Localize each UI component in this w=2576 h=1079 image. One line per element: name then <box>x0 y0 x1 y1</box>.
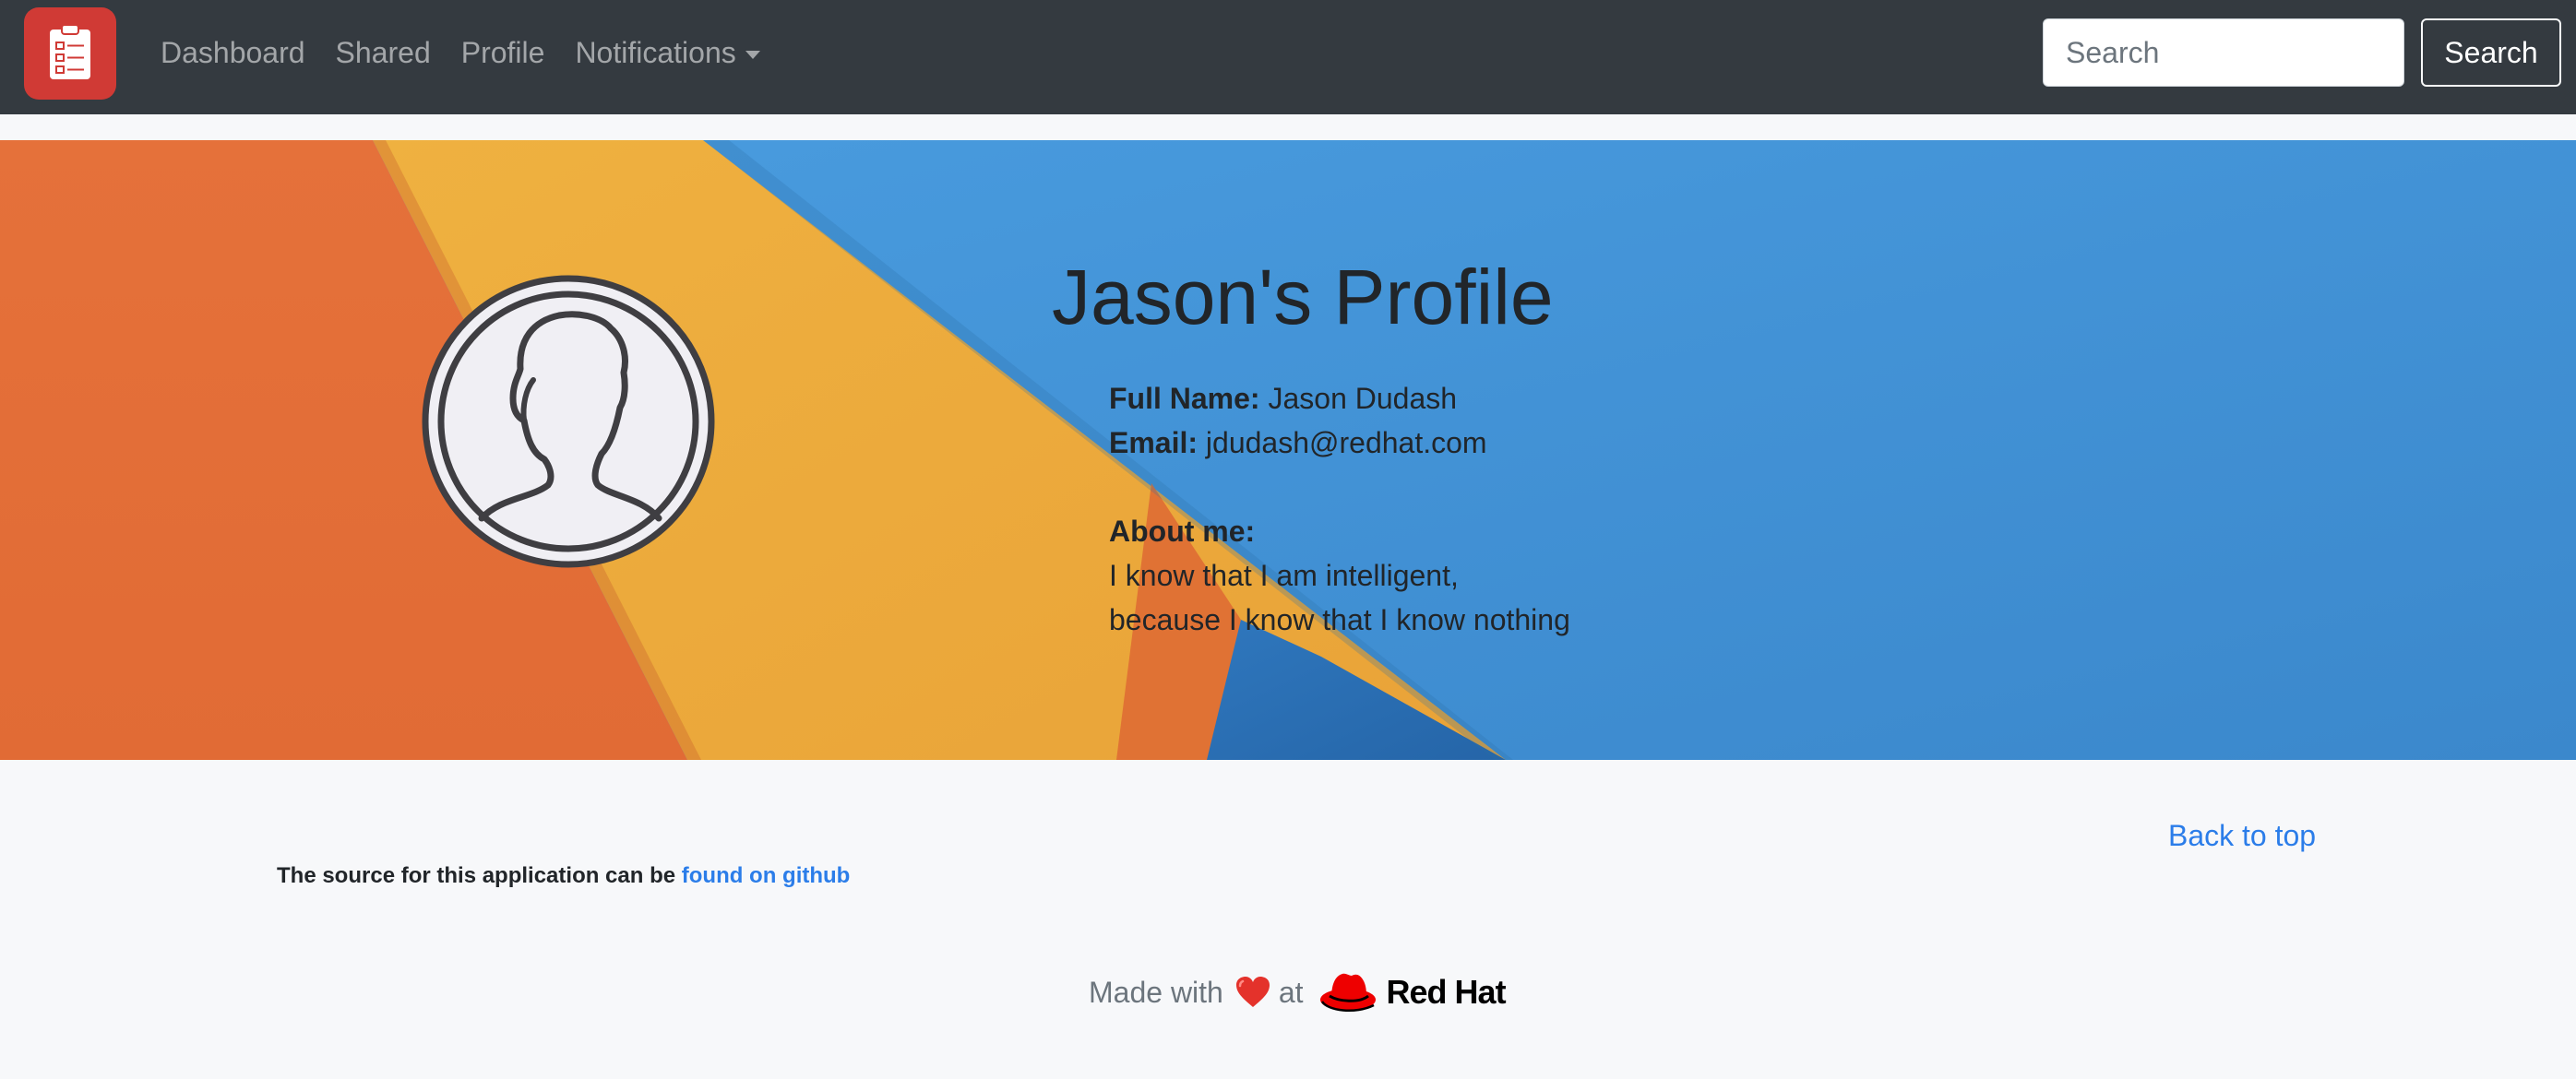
user-avatar-icon <box>422 275 715 568</box>
email-label: Email: <box>1109 426 1199 459</box>
github-link[interactable]: found on github <box>682 863 851 888</box>
clipboard-checklist-icon <box>50 24 90 79</box>
profile-details: Full Name: Jason Dudash Email: jdudash@r… <box>1109 376 1570 642</box>
about-text-line-2: because I know that I know nothing <box>1109 603 1570 636</box>
red-hat-wordmark: Red Hat <box>1386 973 1507 1011</box>
red-hat-fedora-icon <box>1319 973 1376 1012</box>
brand-logo-button[interactable] <box>24 7 116 100</box>
navbar: Dashboard Shared Profile Notifications S… <box>0 0 2576 114</box>
source-note-text: The source for this application can be <box>277 863 682 888</box>
profile-title: Jason's Profile <box>1052 254 1554 340</box>
about-text-line-1: I know that I am intelligent, <box>1109 559 1459 592</box>
source-note: The source for this application can be f… <box>277 863 850 889</box>
caret-down-icon <box>745 50 760 59</box>
red-hat-logo: Red Hat <box>1318 968 1507 1016</box>
about-section: About me: I know that I am intelligent, … <box>1109 509 1570 642</box>
search-button[interactable]: Search <box>2421 18 2561 87</box>
made-with-footer: Made with at Red Hat <box>1089 966 1507 1018</box>
heart-icon <box>1235 977 1270 1007</box>
full-name-label: Full Name: <box>1109 382 1260 415</box>
email-row: Email: jdudash@redhat.com <box>1109 421 1570 465</box>
nav-link-notifications[interactable]: Notifications <box>575 35 760 70</box>
about-label: About me: <box>1109 515 1256 548</box>
nav-link-profile[interactable]: Profile <box>461 36 545 70</box>
made-with-text: Made with <box>1089 975 1223 1009</box>
nav-links: Dashboard Shared Profile Notifications <box>161 0 791 105</box>
search-input[interactable] <box>2043 18 2404 87</box>
nav-link-shared[interactable]: Shared <box>336 36 431 70</box>
nav-link-notifications-label: Notifications <box>575 35 736 69</box>
full-name-value: Jason Dudash <box>1268 382 1458 415</box>
back-to-top-link[interactable]: Back to top <box>2168 819 2316 853</box>
at-text: at <box>1278 975 1304 1009</box>
profile-hero: Jason's Profile Full Name: Jason Dudash … <box>0 140 2576 760</box>
email-value: jdudash@redhat.com <box>1205 426 1487 459</box>
full-name-row: Full Name: Jason Dudash <box>1109 376 1570 421</box>
nav-link-dashboard[interactable]: Dashboard <box>161 36 305 70</box>
